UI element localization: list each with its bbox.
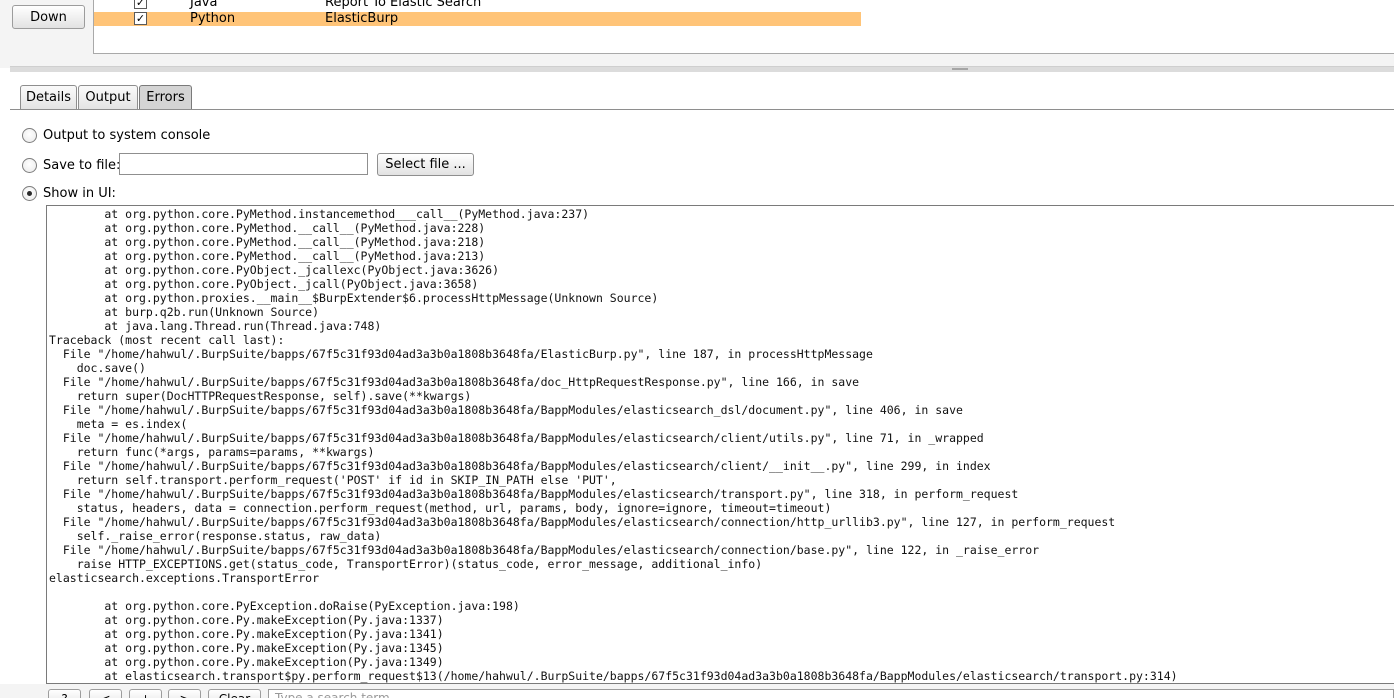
extensions-table[interactable]: ✓ Java Report To Elastic Search ✓ Python… <box>93 0 1394 54</box>
clear-button[interactable]: Clear <box>208 689 261 698</box>
option-console[interactable]: Output to system console <box>22 126 210 144</box>
error-log-text[interactable]: at org.python.core.PyMethod.instancemeth… <box>47 206 1394 683</box>
error-log[interactable]: at org.python.core.PyMethod.instancemeth… <box>46 205 1394 684</box>
save-file-input[interactable] <box>119 153 368 175</box>
option-console-label: Output to system console <box>43 127 211 143</box>
table-row[interactable]: ✓ Java Report To Elastic Search <box>94 0 861 10</box>
option-file-label: Save to file: <box>43 157 121 173</box>
tab-bar: Details Output Errors <box>0 72 1394 110</box>
down-button[interactable]: Down <box>12 5 85 29</box>
tab-divider <box>10 109 1394 110</box>
extensions-area: Down ✓ Java Report To Elastic Search ✓ P… <box>0 0 1394 68</box>
radio-file[interactable] <box>22 157 37 173</box>
tab-details[interactable]: Details <box>20 85 77 109</box>
table-row[interactable]: ✓ Python ElasticBurp <box>94 12 861 26</box>
loaded-checkbox[interactable]: ✓ <box>134 0 147 9</box>
next-button[interactable]: + <box>129 689 162 698</box>
option-file[interactable]: Save to file: <box>22 156 120 174</box>
option-ui-label: Show in UI: <box>43 185 116 201</box>
tab-output[interactable]: Output <box>78 85 138 109</box>
forward-button[interactable]: > <box>168 689 201 698</box>
search-bar: ? < + > Clear Type a search term <box>0 684 1394 698</box>
radio-console[interactable] <box>22 127 37 143</box>
extension-type: Java <box>190 0 218 10</box>
extension-name: ElasticBurp <box>325 11 399 26</box>
extender-window: Down ✓ Java Report To Elastic Search ✓ P… <box>0 0 1394 698</box>
search-input[interactable]: Type a search term <box>268 689 1394 698</box>
previous-button[interactable]: < <box>89 689 122 698</box>
option-ui[interactable]: Show in UI: <box>22 184 116 202</box>
help-button[interactable]: ? <box>48 689 81 698</box>
tab-errors[interactable]: Errors <box>139 85 192 109</box>
select-file-button[interactable]: Select file ... <box>377 153 474 176</box>
extension-name: Report To Elastic Search <box>325 0 482 10</box>
extension-type: Python <box>190 11 236 26</box>
splitter-grip-icon[interactable] <box>952 68 968 70</box>
radio-ui[interactable] <box>22 185 37 201</box>
loaded-checkbox[interactable]: ✓ <box>134 12 147 25</box>
